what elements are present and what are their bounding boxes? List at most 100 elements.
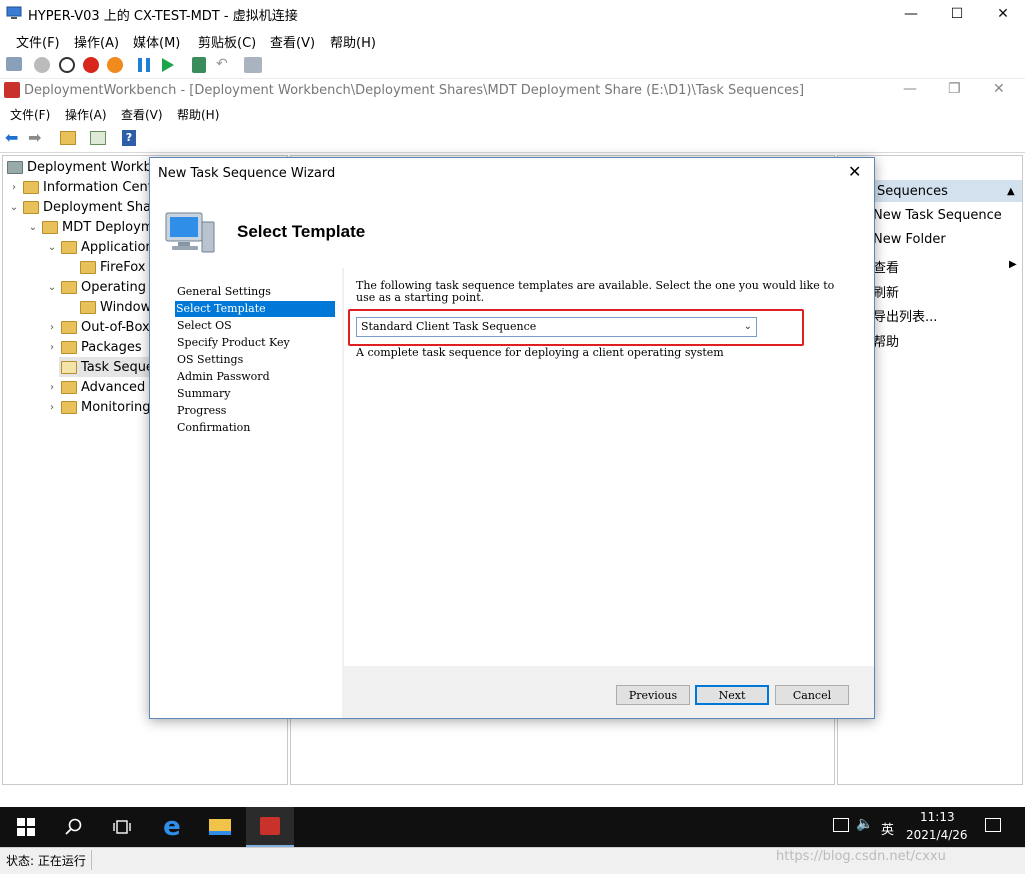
start-icon[interactable] <box>34 57 50 73</box>
wizard-close-button[interactable]: ✕ <box>848 162 861 181</box>
step-progress[interactable]: Progress <box>176 403 226 419</box>
notification-icon[interactable] <box>985 818 1001 832</box>
file-explorer-icon[interactable] <box>196 807 244 847</box>
up-folder-icon[interactable] <box>60 131 76 145</box>
monitor-icon <box>6 6 22 19</box>
next-button[interactable]: Next <box>695 685 769 705</box>
folder-icon <box>61 400 77 414</box>
host-minimize-button[interactable]: — <box>888 0 934 28</box>
host-menu-action[interactable]: 操作(A) <box>74 32 119 51</box>
step-admin-password[interactable]: Admin Password <box>176 369 270 385</box>
host-menu-help[interactable]: 帮助(H) <box>330 32 376 51</box>
action-view[interactable]: 查看 <box>873 257 899 276</box>
clock-time[interactable]: 11:13 <box>920 810 955 824</box>
ctrl-alt-del-icon[interactable] <box>6 57 22 71</box>
action-new-task-sequence[interactable]: New Task Sequence <box>873 208 1002 223</box>
folder-icon <box>61 380 77 394</box>
step-summary[interactable]: Summary <box>176 386 231 402</box>
task-view-icon[interactable] <box>98 807 146 847</box>
pause-icon[interactable] <box>138 58 150 72</box>
mmc-menu-view[interactable]: 查看(V) <box>121 106 163 123</box>
step-os-settings[interactable]: OS Settings <box>176 352 243 368</box>
search-icon[interactable] <box>50 807 98 847</box>
tree-item-out-of-box-drivers[interactable]: › Out-of-Box <box>45 317 150 337</box>
export-list-icon[interactable] <box>90 131 106 145</box>
mmc-menu-file[interactable]: 文件(F) <box>10 106 50 123</box>
chevron-down-icon[interactable]: ⌄ <box>7 202 21 213</box>
wizard-heading: Select Template <box>237 222 366 241</box>
revert-icon[interactable]: ↶ <box>216 56 228 72</box>
previous-button[interactable]: Previous <box>616 685 690 705</box>
clock-date[interactable]: 2021/4/26 <box>906 828 968 842</box>
tree-item-monitoring[interactable]: › Monitoring <box>45 397 151 417</box>
mmc-window-title: DeploymentWorkbench - [Deployment Workbe… <box>24 83 805 98</box>
enhanced-session-icon[interactable] <box>244 57 262 73</box>
collapse-arrow-icon[interactable]: ▲ <box>1007 186 1015 197</box>
folder-icon <box>23 180 39 194</box>
step-select-os[interactable]: Select OS <box>176 318 232 334</box>
help-icon[interactable]: ? <box>122 130 136 146</box>
host-menu-file[interactable]: 文件(F) <box>16 32 60 51</box>
watermark: https://blog.csdn.net/cxxu <box>776 849 946 864</box>
chevron-right-icon[interactable]: › <box>45 382 59 393</box>
mmc-close-button[interactable]: ✕ <box>993 81 1005 97</box>
chevron-down-icon[interactable]: ⌄ <box>26 222 40 233</box>
template-description: A complete task sequence for deploying a… <box>356 346 724 359</box>
shutdown-icon[interactable] <box>83 57 99 73</box>
internet-explorer-icon[interactable]: e <box>148 807 196 847</box>
volume-muted-icon[interactable]: 🔈 <box>856 816 873 832</box>
folder-icon <box>80 300 96 314</box>
network-icon[interactable] <box>833 818 849 832</box>
chevron-down-icon[interactable]: ⌄ <box>45 242 59 253</box>
step-general-settings[interactable]: General Settings <box>176 284 271 300</box>
status-divider <box>91 850 92 870</box>
chevron-right-icon[interactable]: › <box>45 402 59 413</box>
chevron-down-icon[interactable]: ⌄ <box>45 282 59 293</box>
tree-item-packages[interactable]: › Packages <box>45 337 142 357</box>
action-new-folder[interactable]: New Folder <box>873 232 946 247</box>
forward-icon[interactable]: ➡ <box>28 130 41 146</box>
tree-item-deployment-shares[interactable]: ⌄ Deployment Share <box>7 197 164 217</box>
chevron-right-icon[interactable]: › <box>45 322 59 333</box>
folder-icon <box>61 340 77 354</box>
resume-icon[interactable] <box>162 58 174 72</box>
turn-off-icon[interactable] <box>59 57 75 73</box>
action-export-list[interactable]: 导出列表... <box>873 306 937 325</box>
cancel-button[interactable]: Cancel <box>775 685 849 705</box>
tree-item-mdt-deployment-share[interactable]: ⌄ MDT Deploym <box>26 217 154 237</box>
input-language[interactable]: 英 <box>881 819 894 838</box>
host-menu-media[interactable]: 媒体(M) <box>133 32 180 51</box>
deployment-workbench-taskbar-icon[interactable] <box>246 807 294 847</box>
step-select-template[interactable]: Select Template <box>175 301 335 317</box>
power-icon[interactable] <box>107 57 123 73</box>
action-help[interactable]: 帮助 <box>873 331 899 350</box>
tree-item-deployment-workbench[interactable]: Deployment Workbe <box>5 157 160 177</box>
host-maximize-button[interactable]: ☐ <box>934 0 980 28</box>
host-close-button[interactable]: ✕ <box>980 0 1025 28</box>
computer-icon <box>165 212 215 253</box>
tree-item-firefox[interactable]: FireFox <box>78 257 145 277</box>
task-sequence-folder-icon <box>61 360 77 374</box>
host-menu-view[interactable]: 查看(V) <box>270 32 315 51</box>
tree-item-operating-systems[interactable]: ⌄ Operating S <box>45 277 159 297</box>
mmc-menu-help[interactable]: 帮助(H) <box>177 106 219 123</box>
host-toolbar <box>0 52 1025 79</box>
tree-item-applications[interactable]: ⌄ Application <box>45 237 154 257</box>
mmc-menu-action[interactable]: 操作(A) <box>65 106 107 123</box>
tree-item-task-sequences[interactable]: Task Seque <box>59 357 160 377</box>
tree-item-advanced-configuration[interactable]: › Advanced C <box>45 377 158 397</box>
windows-start-icon[interactable] <box>2 807 50 847</box>
chevron-right-icon[interactable]: › <box>7 182 21 193</box>
chevron-right-icon[interactable]: › <box>45 342 59 353</box>
action-refresh[interactable]: 刷新 <box>873 282 899 301</box>
host-menu-clipboard[interactable]: 剪贴板(C) <box>198 32 256 51</box>
step-confirmation[interactable]: Confirmation <box>176 420 250 436</box>
mmc-minimize-button[interactable]: — <box>903 81 917 97</box>
back-icon[interactable]: ⬅ <box>5 130 18 146</box>
template-instructions: The following task sequence templates ar… <box>356 279 835 304</box>
mmc-restore-button[interactable]: ❐ <box>948 81 961 97</box>
step-specify-product-key[interactable]: Specify Product Key <box>176 335 290 351</box>
tree-item-information-center[interactable]: › Information Cente <box>7 177 161 197</box>
checkpoint-icon[interactable] <box>192 57 206 73</box>
tree-item-windows[interactable]: Window <box>78 297 151 317</box>
